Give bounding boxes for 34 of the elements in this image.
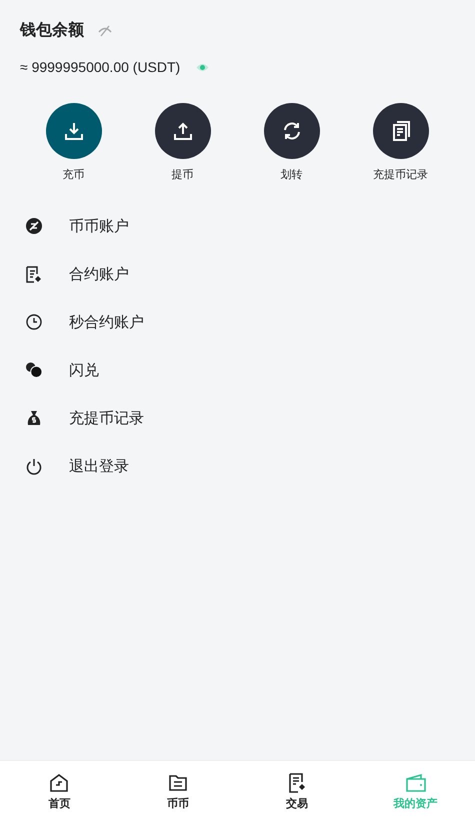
- menu-item[interactable]: 退出登录: [69, 456, 129, 476]
- upload-icon: [172, 121, 192, 141]
- contract-icon: [286, 773, 307, 793]
- power-icon: [26, 458, 42, 474]
- coin-icon: [26, 218, 42, 234]
- document-icon: [390, 121, 410, 141]
- nav-tab[interactable]: 首页: [0, 761, 119, 831]
- wallet-icon: [404, 773, 427, 793]
- eye-icon[interactable]: [196, 62, 210, 72]
- action-label: 充提币记录: [373, 167, 428, 182]
- action-label: 提币: [172, 167, 194, 182]
- wallet-balance-title: 钱包余额: [20, 20, 84, 41]
- menu-item[interactable]: 币币账户: [69, 216, 129, 236]
- eye-slash-icon[interactable]: [98, 24, 112, 36]
- action-button[interactable]: 充提币记录: [346, 103, 455, 182]
- menu-item[interactable]: 合约账户: [69, 264, 129, 284]
- menu-item[interactable]: 秒合约账户: [69, 312, 144, 332]
- folder-icon: [168, 773, 188, 793]
- money-bag-icon: [27, 410, 41, 426]
- coins-icon: [26, 362, 42, 378]
- action-button[interactable]: 提币: [128, 103, 237, 182]
- menu-item[interactable]: 闪兑: [69, 360, 99, 380]
- balance-amount: ≈ 9999995000.00 (USDT): [20, 59, 180, 75]
- clock-icon: [26, 314, 42, 330]
- menu-item[interactable]: 充提币记录: [69, 408, 144, 428]
- action-button[interactable]: 充币: [19, 103, 128, 182]
- contract-icon: [26, 266, 42, 282]
- action-label: 充币: [62, 167, 84, 182]
- home-icon: [49, 773, 70, 793]
- nav-tab[interactable]: 币币: [118, 761, 238, 831]
- action-label: 划转: [280, 167, 302, 182]
- download-icon: [64, 121, 84, 141]
- action-button[interactable]: 划转: [237, 103, 346, 182]
- nav-tab[interactable]: 交易: [238, 761, 356, 831]
